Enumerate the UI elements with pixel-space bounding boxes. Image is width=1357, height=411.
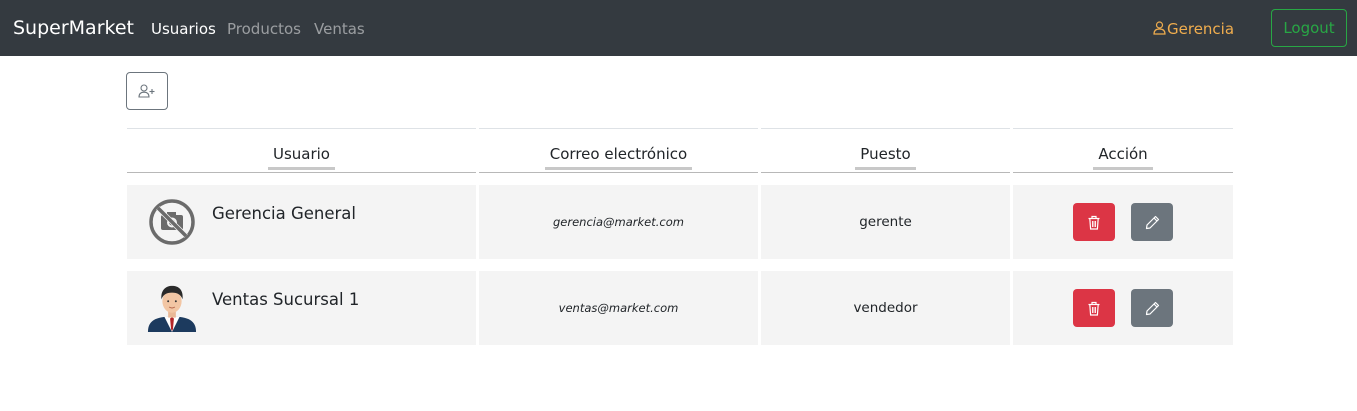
pencil-icon <box>1145 215 1159 229</box>
action-cell <box>1013 185 1233 259</box>
header-usuario-label: Usuario <box>267 144 335 170</box>
role-cell: gerente <box>761 185 1010 259</box>
header-correo-label: Correo electrónico <box>544 144 693 170</box>
add-user-button[interactable] <box>126 72 168 110</box>
current-user-link[interactable]: Gerencia <box>1153 19 1234 39</box>
delete-user-button[interactable] <box>1073 203 1115 241</box>
trash-icon <box>1088 215 1100 230</box>
no-photo-icon <box>149 199 195 245</box>
nav-link-usuarios[interactable]: Usuarios <box>151 19 216 39</box>
current-user-label: Gerencia <box>1167 20 1235 38</box>
person-icon <box>1153 21 1166 35</box>
user-name: Ventas Sucursal 1 <box>212 290 360 309</box>
header-correo: Correo electrónico <box>479 128 758 173</box>
email-cell: gerencia@market.com <box>479 185 758 259</box>
edit-user-button[interactable] <box>1131 289 1173 327</box>
person-plus-icon <box>138 84 155 98</box>
user-cell: Ventas Sucursal 1 <box>127 271 476 345</box>
user-email: ventas@market.com <box>558 301 679 315</box>
user-email: gerencia@market.com <box>553 215 684 229</box>
user-role: gerente <box>859 214 912 230</box>
brand-logo[interactable]: SuperMarket <box>13 16 134 40</box>
user-cell: Gerencia General <box>127 185 476 259</box>
role-cell: vendedor <box>761 271 1010 345</box>
user-role: vendedor <box>853 300 918 316</box>
header-accion-label: Acción <box>1093 144 1153 170</box>
header-accion: Acción <box>1013 128 1233 173</box>
edit-user-button[interactable] <box>1131 203 1173 241</box>
delete-user-button[interactable] <box>1073 289 1115 327</box>
user-name: Gerencia General <box>212 204 357 223</box>
trash-icon <box>1088 301 1100 316</box>
email-cell: ventas@market.com <box>479 271 758 345</box>
businessman-avatar <box>147 285 197 332</box>
pencil-icon <box>1145 301 1159 315</box>
header-usuario: Usuario <box>127 128 476 173</box>
top-navbar: SuperMarket Usuarios Productos Ventas Ge… <box>0 0 1357 56</box>
nav-link-productos[interactable]: Productos <box>227 19 301 39</box>
header-puesto: Puesto <box>761 128 1010 173</box>
action-cell <box>1013 271 1233 345</box>
logout-button[interactable]: Logout <box>1271 9 1347 47</box>
header-puesto-label: Puesto <box>855 144 916 170</box>
nav-link-ventas[interactable]: Ventas <box>314 19 365 39</box>
